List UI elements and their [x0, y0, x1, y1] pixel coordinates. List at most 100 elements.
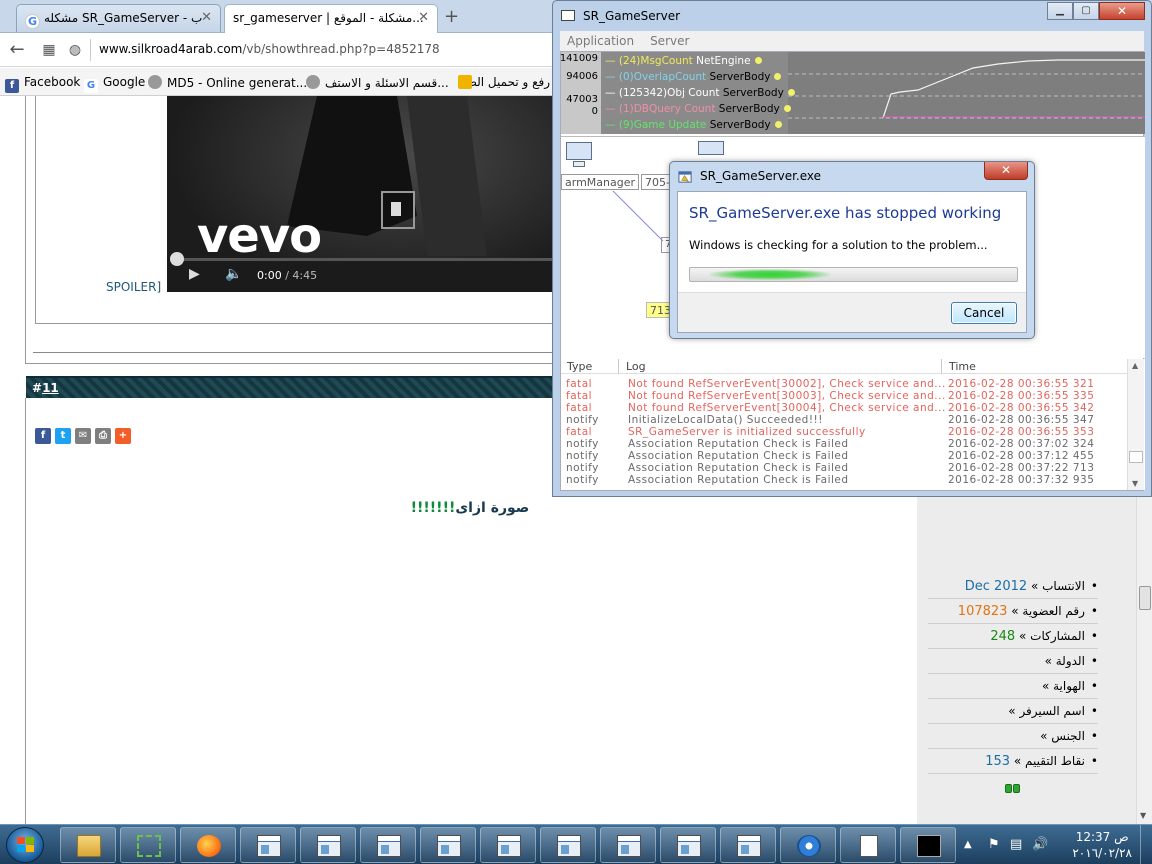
taskbar-window[interactable] — [660, 827, 716, 863]
legend-object: ServerBody — [718, 103, 780, 115]
taskbar-firefox[interactable] — [180, 827, 236, 863]
more-share-icon[interactable]: + — [115, 428, 131, 444]
dialog-close-icon[interactable]: ✕ — [984, 162, 1028, 180]
window-icon — [377, 835, 401, 857]
log-col-log[interactable]: Log — [626, 360, 646, 373]
info-country: •الدولة » — [928, 649, 1098, 674]
cancel-button[interactable]: Cancel — [951, 302, 1017, 324]
bookmark-questions[interactable]: قسم الاسئلة و الاستف... — [306, 75, 449, 90]
log-col-time[interactable]: Time — [949, 360, 976, 373]
scroll-up-icon[interactable]: ▲ — [1132, 361, 1138, 370]
video-player[interactable]: vevo ▶ 🔈 0:00 / 4:45 — [167, 96, 555, 292]
print-share-icon[interactable]: ⎙ — [95, 428, 111, 444]
volume-icon[interactable]: 🔈 — [225, 266, 242, 282]
scroll-down-icon[interactable]: ▼ — [1132, 479, 1138, 488]
info-rating: •نقاط التقييم » 153 — [928, 749, 1098, 774]
show-hidden-icons-icon[interactable]: ▲ — [964, 839, 972, 850]
taskbar-window[interactable] — [720, 827, 776, 863]
taskbar-window[interactable] — [600, 827, 656, 863]
legend-object: NetEngine — [696, 55, 751, 67]
taskbar-tools[interactable] — [120, 827, 176, 863]
clock[interactable]: 12:37 ص ٢٠١٦/٠٢/٢٨ — [1072, 829, 1132, 861]
bookmark-facebook[interactable]: f Facebook — [5, 75, 80, 93]
post-number[interactable]: #11 — [32, 381, 59, 395]
taskbar-app[interactable] — [780, 827, 836, 863]
node-manager[interactable]: armManager — [561, 174, 640, 190]
taskbar-window[interactable] — [540, 827, 596, 863]
volume-icon[interactable]: 🔊 — [1032, 837, 1048, 852]
taskbar-window[interactable] — [360, 827, 416, 863]
taskbar-explorer[interactable] — [60, 827, 116, 863]
taskbar-window[interactable] — [240, 827, 296, 863]
video-progress-track[interactable] — [175, 258, 555, 261]
tab-2[interactable]: sr_gameserver | مشكلة - الموقع... ✕ — [224, 4, 438, 33]
scroll-down-icon[interactable]: ▼ — [1140, 811, 1146, 820]
legend-msgcount: — (24)MsgCount NetEngine — [605, 55, 762, 67]
maximize-icon[interactable]: ▢ — [1073, 2, 1099, 20]
taskbar: ▲ ⚑ ▤ 🔊 12:37 ص ٢٠١٦/٠٢/٢٨ — [0, 824, 1152, 864]
minimize-icon[interactable]: ▁ — [1047, 2, 1073, 20]
log-header: Type Log Time — [561, 359, 1131, 374]
close-tab-icon[interactable]: ✕ — [201, 10, 212, 25]
scroll-thumb[interactable] — [1139, 586, 1151, 610]
facebook-share-icon[interactable]: f — [35, 428, 51, 444]
twitter-share-icon[interactable]: t — [55, 428, 71, 444]
taskbar-window[interactable] — [480, 827, 536, 863]
post-number-link[interactable]: 11 — [42, 381, 59, 395]
legend-count: (24)MsgCount — [618, 55, 693, 67]
legend-count: (125342)Obj Count — [618, 87, 720, 99]
close-tab-icon[interactable]: ✕ — [418, 10, 429, 25]
menu-server[interactable]: Server — [650, 34, 689, 48]
network-icon[interactable]: ▤ — [1010, 837, 1022, 852]
windows-logo-icon — [17, 837, 35, 853]
legend-dot-icon[interactable] — [754, 57, 762, 64]
globe-icon — [306, 75, 320, 89]
google-icon: G — [84, 79, 98, 93]
info-label: الهواية » — [1041, 679, 1085, 693]
bookmark-md5[interactable]: MD5 - Online generat... — [148, 75, 307, 90]
gameserver-titlebar[interactable]: SR_GameServer ▁ ▢ ✕ — [553, 1, 1151, 31]
taskbar-document[interactable] — [840, 827, 896, 863]
y-tick: 141009 — [559, 53, 598, 64]
time-current: 0:00 — [257, 269, 282, 282]
flag-icon[interactable]: ⚑ — [988, 837, 1000, 852]
legend-dot-icon[interactable] — [774, 121, 782, 128]
legend-count: (1)DBQuery Count — [618, 103, 716, 115]
show-desktop-button[interactable] — [1140, 825, 1152, 864]
email-share-icon[interactable]: ✉ — [75, 428, 91, 444]
start-button[interactable] — [6, 827, 44, 863]
legend-dot-icon[interactable] — [774, 73, 782, 80]
checking-progress-bar — [689, 267, 1018, 282]
legend-gameupdate: — (9)Game Update ServerBody — [605, 119, 782, 131]
log-scrollbar[interactable]: ▲ ▼ — [1127, 359, 1144, 490]
video-progress-handle[interactable] — [170, 252, 184, 266]
menu-application[interactable]: Application — [567, 34, 634, 48]
graph-plot — [788, 59, 1145, 119]
info-label: نقاط التقييم » — [1013, 754, 1085, 768]
legend-object: ServerBody — [722, 87, 784, 99]
taskbar-window[interactable] — [420, 827, 476, 863]
bookmark-google[interactable]: G Google — [84, 75, 145, 93]
divider — [33, 352, 553, 353]
graph-y-axis: 141009 94006 47003 0 — [559, 52, 601, 134]
log-row: notify InitializeLocalData() Succeeded!!!… — [566, 414, 1095, 426]
post-title-marks: !!!!!!! — [410, 500, 456, 516]
new-tab-icon[interactable]: + — [444, 6, 459, 27]
tab-1[interactable]: G مشكله SR_GameServer - ب ✕ — [16, 4, 221, 32]
close-icon[interactable]: ✕ — [1099, 2, 1145, 20]
graph-legend: — (24)MsgCount NetEngine — (0)OverlapCou… — [601, 52, 795, 134]
firefox-icon — [197, 835, 221, 857]
url-path: /vb/showthread.php?p=4852178 — [242, 42, 440, 56]
taskbar-window[interactable] — [300, 827, 356, 863]
log-scroll-thumb[interactable] — [1129, 451, 1143, 463]
spoiler-label[interactable]: SPOILER] — [106, 280, 161, 294]
taskbar-console[interactable] — [900, 827, 956, 863]
back-icon[interactable]: ← — [6, 39, 28, 61]
log-col-type[interactable]: Type — [567, 360, 592, 373]
play-icon[interactable]: ▶ — [189, 266, 200, 282]
url-bar[interactable]: www.silkroad4arab.com/vb/showthread.php?… — [90, 39, 560, 61]
server-node-icon[interactable] — [564, 140, 594, 170]
info-label: المشاركات » — [1019, 629, 1085, 643]
window-icon — [617, 835, 641, 857]
bookmark-label: Google — [103, 75, 146, 89]
